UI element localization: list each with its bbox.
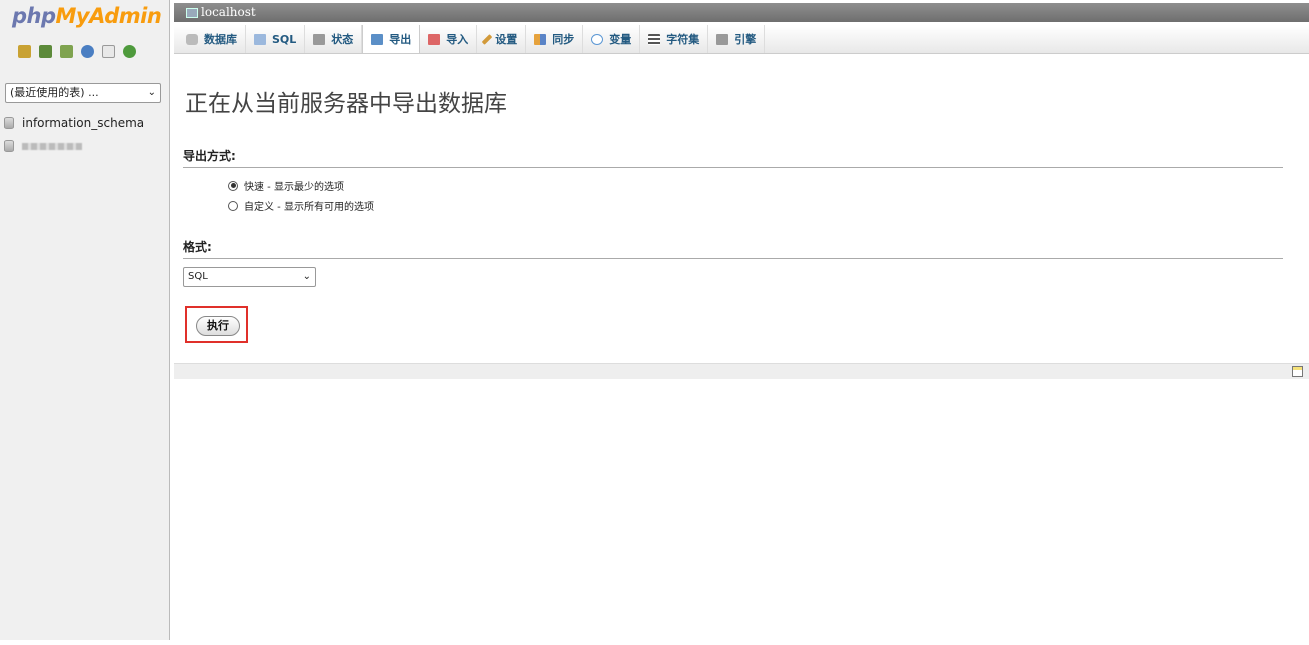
go-button-highlight: 执行 (185, 306, 248, 343)
format-select-value: SQL (188, 271, 208, 282)
tab-engines[interactable]: 引擎 (708, 25, 766, 53)
database-icon (4, 140, 14, 152)
tab-settings[interactable]: 设置 (477, 25, 527, 53)
radio-custom[interactable] (228, 200, 238, 211)
db-item-redacted[interactable] (4, 140, 82, 152)
database-icon (4, 117, 14, 129)
sync-icon (534, 33, 547, 45)
help-icon[interactable] (81, 45, 94, 58)
variables-icon (591, 33, 604, 45)
chevron-down-icon: ⌄ (147, 87, 156, 98)
reload-icon[interactable] (123, 45, 136, 58)
tab-import[interactable]: 导入 (420, 25, 478, 53)
sql-icon (254, 33, 266, 45)
radio-quick[interactable] (228, 180, 238, 191)
format-heading: 格式: (183, 238, 1283, 259)
redacted-db-name (22, 142, 82, 150)
page-title: 正在从当前服务器中导出数据库 (185, 91, 507, 117)
db-item-information-schema[interactable]: information_schema (4, 116, 144, 130)
phpmyadmin-logo[interactable]: phpMyAdmin (12, 4, 162, 28)
radio-custom-label[interactable]: 自定义 - 显示所有可用的选项 (244, 198, 374, 213)
radio-custom-row[interactable]: 自定义 - 显示所有可用的选项 (228, 198, 374, 213)
import-icon (428, 33, 441, 45)
tab-sql[interactable]: SQL (246, 25, 306, 53)
recent-tables-value: (最近使用的表) ... (10, 86, 99, 99)
navigation-panel: phpMyAdmin (最近使用的表) ... ⌄ information_sc… (0, 0, 170, 640)
logo-myadmin: MyAdmin (55, 4, 162, 28)
logout-icon[interactable] (39, 45, 52, 58)
tab-variables[interactable]: 变量 (583, 25, 641, 53)
db-item-label: information_schema (22, 116, 145, 130)
console-toggle-icon[interactable] (1292, 366, 1303, 377)
server-link[interactable]: localhost (201, 3, 256, 22)
top-menu-tabs: 数据库 SQL 状态 导出 导入 设置 同步 变量 字符集 引擎 (174, 25, 1309, 54)
recent-tables-select[interactable]: (最近使用的表) ... ⌄ (5, 83, 161, 103)
tab-databases[interactable]: 数据库 (178, 25, 246, 53)
export-icon (371, 33, 384, 45)
export-method-heading: 导出方式: (183, 147, 1283, 168)
docs-icon[interactable] (102, 45, 115, 58)
tab-export[interactable]: 导出 (362, 25, 421, 53)
engine-icon (716, 33, 729, 45)
go-button[interactable]: 执行 (196, 316, 240, 336)
wrench-icon (481, 33, 493, 45)
tab-charsets[interactable]: 字符集 (640, 25, 709, 53)
nav-icon-bar (18, 45, 136, 58)
tab-status[interactable]: 状态 (305, 25, 363, 53)
sql-query-icon[interactable] (60, 45, 73, 58)
status-icon (313, 33, 326, 45)
logo-php: php (12, 4, 56, 28)
server-breadcrumb: localhost (174, 3, 1309, 22)
chevron-down-icon: ⌄ (302, 271, 311, 282)
format-select[interactable]: SQL ⌄ (183, 267, 316, 287)
radio-quick-label[interactable]: 快速 - 显示最少的选项 (244, 178, 344, 193)
tab-sync[interactable]: 同步 (526, 25, 584, 53)
radio-quick-row[interactable]: 快速 - 显示最少的选项 (228, 178, 344, 193)
database-icon (186, 33, 198, 45)
charset-icon (648, 33, 661, 45)
server-icon (186, 7, 198, 18)
console-bar (174, 363, 1309, 379)
home-icon[interactable] (18, 45, 31, 58)
